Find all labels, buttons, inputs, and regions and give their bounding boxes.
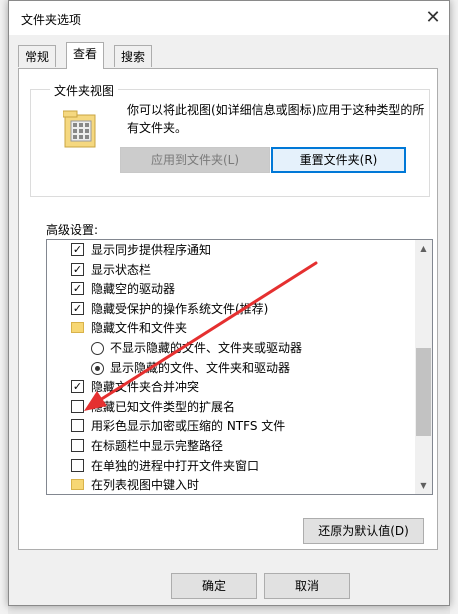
tree-item-label: 隐藏文件夹合并冲突 — [91, 380, 200, 395]
tree-item-label: 隐藏文件和文件夹 — [91, 321, 188, 336]
tree-item[interactable]: ✓ 隐藏空的驱动器 — [47, 279, 415, 299]
radio-selected-icon[interactable] — [91, 361, 104, 375]
tree-item[interactable]: 隐藏文件和文件夹 — [47, 318, 415, 338]
checkbox-checked-icon[interactable]: ✓ — [71, 380, 84, 394]
tree-item[interactable]: 用彩色显示加密或压缩的 NTFS 文件 — [47, 416, 415, 436]
background-window-right — [450, 0, 458, 614]
checkbox-checked-icon[interactable]: ✓ — [71, 243, 84, 256]
folder-views-description: 你可以将此视图(如详细信息或图标)应用于这种类型的所有文件夹。 — [127, 103, 425, 135]
checkbox-checked-icon[interactable]: ✓ — [71, 301, 84, 315]
tree-item[interactable]: 在标题栏中显示完整路径 — [47, 436, 415, 456]
tree-item[interactable]: 不显示隐藏的文件、文件夹或驱动器 — [47, 338, 415, 358]
tree-item[interactable]: 隐藏已知文件类型的扩展名 — [47, 397, 415, 417]
tree-item[interactable]: ✓ 显示状态栏 — [47, 260, 415, 280]
close-icon[interactable]: ✕ — [419, 5, 447, 31]
checkbox-checked-icon[interactable]: ✓ — [71, 262, 84, 276]
radio-unselected-icon[interactable] — [91, 342, 104, 355]
apply-to-folders-button[interactable]: 应用到文件夹(L) — [120, 147, 270, 173]
tree-item-label: 隐藏受保护的操作系统文件(推荐) — [91, 301, 269, 316]
tree-item-label: 隐藏已知文件类型的扩展名 — [91, 399, 236, 414]
tree-item-label: 不显示隐藏的文件、文件夹或驱动器 — [110, 341, 303, 355]
advanced-settings-tree[interactable]: ✓ 显示同步提供程序通知 ✓ 显示状态栏 ✓ 隐藏空的驱动器 ✓ 隐藏受保护的操作系统文件(推… — [46, 239, 433, 495]
background-window-left — [0, 0, 8, 614]
tree-item-label: 显示状态栏 — [91, 262, 152, 277]
tree-item-label: 显示同步提供程序通知 — [91, 243, 212, 257]
checkbox-checked-icon[interactable]: ✓ — [71, 282, 84, 296]
tree-item[interactable]: ✓ 显示同步提供程序通知 — [47, 240, 415, 260]
checkbox-unchecked-icon[interactable] — [71, 439, 84, 452]
tree-item[interactable]: 在列表视图中键入时 — [47, 475, 415, 494]
scroll-up-icon[interactable]: ▲ — [415, 240, 432, 257]
folder-icon — [71, 479, 84, 491]
checkbox-unchecked-icon[interactable] — [71, 458, 84, 472]
checkbox-unchecked-icon[interactable] — [71, 419, 84, 433]
scroll-down-icon[interactable]: ▼ — [415, 477, 432, 494]
ok-button[interactable]: 确定 — [171, 573, 257, 599]
tab-general[interactable]: 常规 — [18, 45, 57, 67]
tab-search[interactable]: 搜索 — [114, 45, 153, 67]
vertical-scrollbar[interactable]: ▲ ▼ — [415, 240, 432, 494]
tree-item-label: 显示隐藏的文件、文件夹和驱动器 — [110, 360, 291, 375]
advanced-settings-label: 高级设置: — [46, 223, 99, 237]
tree-item[interactable]: ✓ 隐藏文件夹合并冲突 — [47, 377, 415, 397]
folder-options-dialog: 文件夹选项 ✕ 常规 查看 搜索 文件夹视图 你可以将此视图(如详细信息或图标)… — [8, 0, 450, 606]
folder-icon — [71, 322, 84, 334]
tree-item-label: 用彩色显示加密或压缩的 NTFS 文件 — [91, 419, 286, 434]
cancel-button[interactable]: 取消 — [264, 573, 350, 599]
scrollbar-thumb[interactable] — [416, 348, 431, 436]
folder-view-icon — [63, 110, 96, 148]
title-bar[interactable]: 文件夹选项 ✕ — [9, 1, 449, 35]
restore-defaults-button[interactable]: 还原为默认值(D) — [303, 518, 424, 544]
tree-item[interactable]: 在单独的进程中打开文件夹窗口 — [47, 456, 415, 476]
reset-folders-button[interactable]: 重置文件夹(R) — [271, 147, 406, 173]
tree-item[interactable]: ✓ 隐藏受保护的操作系统文件(推荐) — [47, 299, 415, 319]
dialog-title: 文件夹选项 — [21, 13, 82, 27]
tab-view[interactable]: 查看 — [66, 42, 105, 69]
tree-item[interactable]: 显示隐藏的文件、文件夹和驱动器 — [47, 358, 415, 378]
folder-views-title: 文件夹视图 — [50, 82, 119, 99]
checkbox-unchecked-icon[interactable] — [71, 399, 84, 413]
tree-item-label: 在标题栏中显示完整路径 — [91, 439, 224, 453]
tree-item-label: 在列表视图中键入时 — [91, 478, 200, 493]
tree-item-label: 在单独的进程中打开文件夹窗口 — [91, 458, 260, 473]
tree-item-label: 隐藏空的驱动器 — [91, 282, 176, 297]
